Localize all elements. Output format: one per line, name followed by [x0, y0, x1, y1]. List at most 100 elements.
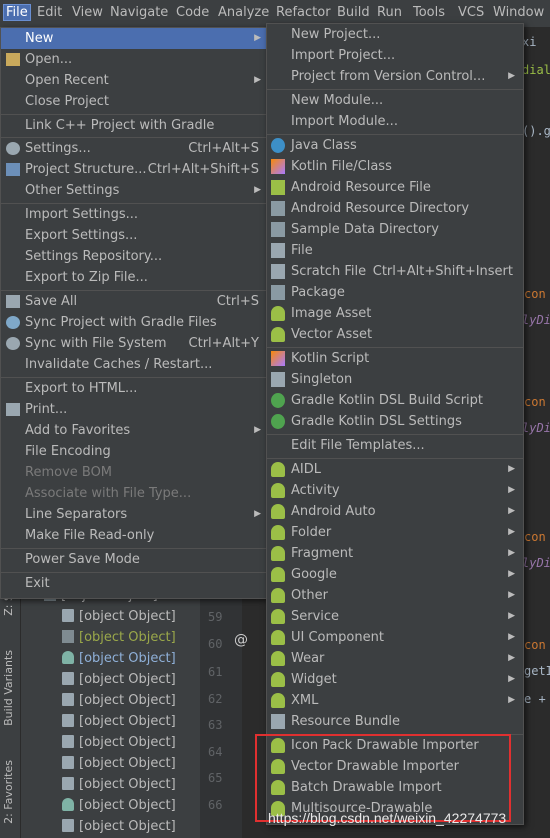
menu-item-power-save[interactable]: Power Save Mode — [1, 549, 267, 570]
submenu-arrow-icon: ▶ — [254, 185, 261, 195]
build-variants-tab[interactable]: Build Variants — [2, 650, 15, 726]
submenu-item-new-project[interactable]: New Project... — [267, 24, 523, 45]
submenu-item-icon-pack-importer[interactable]: Icon Pack Drawable Importer — [267, 735, 523, 756]
submenu-item-android-resource-file[interactable]: Android Resource File — [267, 177, 523, 198]
submenu-item-scratch-file[interactable]: Scratch File Ctrl+Alt+Shift+Insert — [267, 261, 523, 282]
tree-item[interactable]: [object Object] — [62, 819, 176, 834]
menu-item-file-encoding[interactable]: File Encoding — [1, 441, 267, 462]
menu-analyze[interactable]: Analyze — [218, 5, 269, 20]
menu-edit[interactable]: Edit — [37, 5, 62, 20]
menu-item-open[interactable]: Open... — [1, 49, 267, 70]
tree-item[interactable]: [object Object] — [62, 756, 176, 771]
submenu-item-vector-drawable-importer[interactable]: Vector Drawable Importer — [267, 756, 523, 777]
menu-item-line-separators[interactable]: Line Separators ▶ — [1, 504, 267, 525]
submenu-item-java-class[interactable]: Java Class — [267, 135, 523, 156]
submenu-arrow-icon: ▶ — [508, 590, 515, 600]
android-icon — [271, 609, 285, 624]
gradle-icon — [271, 393, 285, 408]
menu-item-project-structure[interactable]: Project Structure... Ctrl+Alt+Shift+S — [1, 159, 267, 180]
submenu-item-kotlin-script[interactable]: Kotlin Script — [267, 348, 523, 369]
android-icon — [271, 327, 285, 342]
annotation-icon[interactable]: @ — [234, 632, 248, 648]
menu-item-sync-file-system[interactable]: Sync with File System Ctrl+Alt+Y — [1, 333, 267, 354]
menu-item-add-favorites[interactable]: Add to Favorites ▶ — [1, 420, 267, 441]
submenu-item-batch-drawable-import[interactable]: Batch Drawable Import — [267, 777, 523, 798]
submenu-item-vector-asset[interactable]: Vector Asset — [267, 324, 523, 345]
submenu-item-import-project[interactable]: Import Project... — [267, 45, 523, 66]
file-icon — [62, 714, 74, 727]
submenu-item-wear[interactable]: Wear ▶ — [267, 648, 523, 669]
menu-item-exit[interactable]: Exit — [1, 573, 267, 594]
wrench-icon — [6, 142, 20, 155]
tree-item[interactable]: [object Object] — [62, 714, 176, 729]
submenu-item-aidl[interactable]: AIDL ▶ — [267, 459, 523, 480]
gradle-icon — [271, 414, 285, 429]
tree-item[interactable]: [object Object] — [62, 609, 176, 624]
menu-item-print[interactable]: Print... — [1, 399, 267, 420]
android-icon — [271, 759, 285, 774]
submenu-item-gradle-kts-build[interactable]: Gradle Kotlin DSL Build Script — [267, 390, 523, 411]
submenu-item-project-vcs[interactable]: Project from Version Control... ▶ — [267, 66, 523, 87]
menu-item-make-read-only[interactable]: Make File Read-only — [1, 525, 267, 546]
menu-tools[interactable]: Tools — [413, 5, 445, 20]
submenu-item-folder[interactable]: Folder ▶ — [267, 522, 523, 543]
menu-item-export-settings[interactable]: Export Settings... — [1, 225, 267, 246]
menu-build[interactable]: Build — [337, 5, 370, 20]
submenu-item-sample-data-dir[interactable]: Sample Data Directory — [267, 219, 523, 240]
menu-item-invalidate-caches[interactable]: Invalidate Caches / Restart... — [1, 354, 267, 375]
submenu-item-android-auto[interactable]: Android Auto ▶ — [267, 501, 523, 522]
menu-item-export-zip[interactable]: Export to Zip File... — [1, 267, 267, 288]
submenu-item-ui-component[interactable]: UI Component ▶ — [267, 627, 523, 648]
menu-window[interactable]: Window — [493, 5, 544, 20]
submenu-item-widget[interactable]: Widget ▶ — [267, 669, 523, 690]
submenu-item-singleton[interactable]: Singleton — [267, 369, 523, 390]
menu-vcs[interactable]: VCS — [458, 5, 484, 20]
menu-item-import-settings[interactable]: Import Settings... — [1, 204, 267, 225]
submenu-item-new-module[interactable]: New Module... — [267, 90, 523, 111]
tree-item[interactable]: [object Object] — [62, 777, 176, 792]
submenu-item-import-module[interactable]: Import Module... — [267, 111, 523, 132]
submenu-item-edit-templates[interactable]: Edit File Templates... — [267, 435, 523, 456]
submenu-item-android-resource-dir[interactable]: Android Resource Directory — [267, 198, 523, 219]
submenu-item-service[interactable]: Service ▶ — [267, 606, 523, 627]
menu-item-other-settings[interactable]: Other Settings ▶ — [1, 180, 267, 201]
tree-item[interactable]: [object Object] — [62, 651, 176, 666]
favorites-tab[interactable]: 2: Favorites — [2, 760, 15, 824]
menu-item-close-project[interactable]: Close Project — [1, 91, 267, 112]
submenu-item-fragment[interactable]: Fragment ▶ — [267, 543, 523, 564]
menu-item-export-html[interactable]: Export to HTML... — [1, 378, 267, 399]
submenu-item-image-asset[interactable]: Image Asset — [267, 303, 523, 324]
menu-item-settings-repository[interactable]: Settings Repository... — [1, 246, 267, 267]
menu-view[interactable]: View — [72, 5, 103, 20]
gradle-icon — [62, 798, 74, 811]
android-icon — [271, 630, 285, 645]
menu-item-open-recent[interactable]: Open Recent ▶ — [1, 70, 267, 91]
submenu-item-google[interactable]: Google ▶ — [267, 564, 523, 585]
tree-item[interactable]: [object Object] — [62, 693, 176, 708]
tree-item[interactable]: [object Object] — [62, 630, 176, 645]
menu-item-save-all[interactable]: Save All Ctrl+S — [1, 291, 267, 312]
android-icon — [271, 462, 285, 477]
sync-gradle-icon — [6, 316, 20, 329]
menu-item-new[interactable]: New ▶ — [1, 28, 267, 49]
menu-item-sync-gradle[interactable]: Sync Project with Gradle Files — [1, 312, 267, 333]
menu-file[interactable]: File — [3, 4, 31, 21]
submenu-item-other[interactable]: Other ▶ — [267, 585, 523, 606]
menu-item-settings[interactable]: Settings... Ctrl+Alt+S — [1, 138, 267, 159]
submenu-item-file[interactable]: File — [267, 240, 523, 261]
submenu-item-kotlin-file[interactable]: Kotlin File/Class — [267, 156, 523, 177]
tree-item[interactable]: [object Object] — [62, 672, 176, 687]
menu-item-link-cpp[interactable]: Link C++ Project with Gradle — [1, 115, 267, 136]
tree-item[interactable]: [object Object] — [62, 735, 176, 750]
menu-run[interactable]: Run — [377, 5, 402, 20]
submenu-item-resource-bundle[interactable]: Resource Bundle — [267, 711, 523, 732]
submenu-item-xml[interactable]: XML ▶ — [267, 690, 523, 711]
submenu-item-gradle-kts-settings[interactable]: Gradle Kotlin DSL Settings — [267, 411, 523, 432]
menu-refactor[interactable]: Refactor — [276, 5, 331, 20]
menu-code[interactable]: Code — [176, 5, 209, 20]
menu-navigate[interactable]: Navigate — [110, 5, 168, 20]
module-file-icon — [62, 777, 74, 790]
submenu-item-activity[interactable]: Activity ▶ — [267, 480, 523, 501]
submenu-item-package[interactable]: Package — [267, 282, 523, 303]
tree-item[interactable]: [object Object] — [62, 798, 176, 813]
